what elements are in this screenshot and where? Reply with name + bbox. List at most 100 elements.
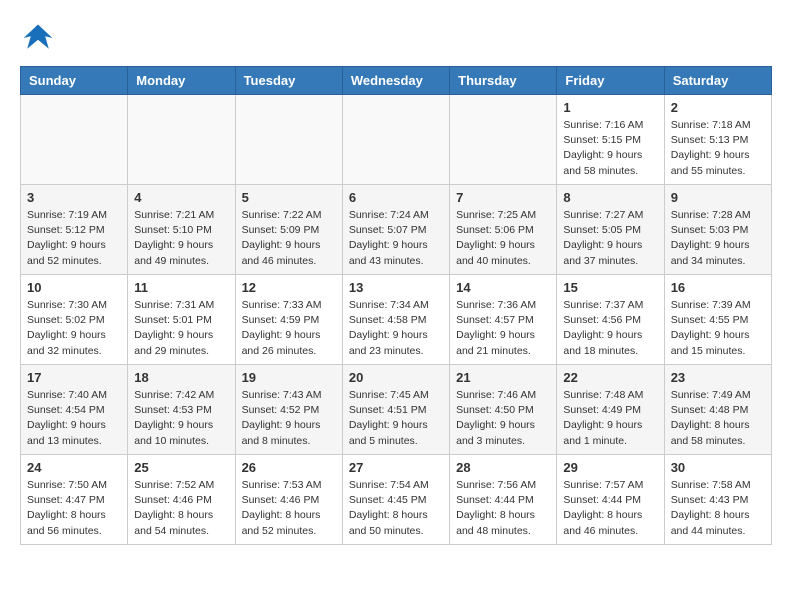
day-number: 24 [27, 460, 121, 475]
calendar-cell: 8Sunrise: 7:27 AM Sunset: 5:05 PM Daylig… [557, 185, 664, 275]
day-info: Sunrise: 7:21 AM Sunset: 5:10 PM Dayligh… [134, 208, 228, 269]
calendar-cell: 21 Sunrise: 7:46 AM Sunset: 4:50 PM Dayli… [450, 365, 557, 455]
calendar-cell: 20 Sunrise: 7:45 AM Sunset: 4:51 PM Dayli… [342, 365, 449, 455]
calendar-cell: 15 Sunrise: 7:37 AM Sunset: 4:56 PM Dayli… [557, 275, 664, 365]
day-number: 18 [134, 370, 228, 385]
calendar-cell: 17 Sunrise: 7:40 AM Sunset: 4:54 PM Dayli… [21, 365, 128, 455]
calendar-week-row: 17 Sunrise: 7:40 AM Sunset: 4:54 PM Dayli… [21, 365, 772, 455]
calendar-cell: 25Sunrise: 7:52 AM Sunset: 4:46 PM Dayli… [128, 455, 235, 545]
day-number: 4 [134, 190, 228, 205]
calendar-cell: 24 Sunrise: 7:50 AM Sunset: 4:47 PM Dayli… [21, 455, 128, 545]
day-number: 26 [242, 460, 336, 475]
calendar-table: SundayMondayTuesdayWednesdayThursdayFrid… [20, 66, 772, 545]
day-info: Sunrise: 7:24 AM Sunset: 5:07 PM Dayligh… [349, 208, 443, 269]
calendar-cell: 28 Sunrise: 7:56 AM Sunset: 4:44 PM Dayli… [450, 455, 557, 545]
calendar-cell: 2Sunrise: 7:18 AM Sunset: 5:13 PM Daylig… [664, 95, 771, 185]
calendar-cell: 12 Sunrise: 7:33 AM Sunset: 4:59 PM Dayli… [235, 275, 342, 365]
day-info: Sunrise: 7:48 AM Sunset: 4:49 PM Dayligh… [563, 388, 657, 449]
weekday-header: Wednesday [342, 67, 449, 95]
day-info: Sunrise: 7:49 AM Sunset: 4:48 PM Dayligh… [671, 388, 765, 449]
day-info: Sunrise: 7:46 AM Sunset: 4:50 PM Dayligh… [456, 388, 550, 449]
day-number: 30 [671, 460, 765, 475]
calendar-cell: 9 Sunrise: 7:28 AM Sunset: 5:03 PM Daylig… [664, 185, 771, 275]
day-info: Sunrise: 7:37 AM Sunset: 4:56 PM Dayligh… [563, 298, 657, 359]
day-info: Sunrise: 7:28 AM Sunset: 5:03 PM Dayligh… [671, 208, 765, 269]
calendar-cell: 18 Sunrise: 7:42 AM Sunset: 4:53 PM Dayli… [128, 365, 235, 455]
calendar-week-row: 10 Sunrise: 7:30 AM Sunset: 5:02 PM Dayli… [21, 275, 772, 365]
day-number: 28 [456, 460, 550, 475]
calendar-cell: 29 Sunrise: 7:57 AM Sunset: 4:44 PM Dayli… [557, 455, 664, 545]
day-info: Sunrise: 7:39 AM Sunset: 4:55 PM Dayligh… [671, 298, 765, 359]
calendar-cell: 6 Sunrise: 7:24 AM Sunset: 5:07 PM Daylig… [342, 185, 449, 275]
day-number: 12 [242, 280, 336, 295]
calendar-cell: 22 Sunrise: 7:48 AM Sunset: 4:49 PM Dayli… [557, 365, 664, 455]
calendar-cell [128, 95, 235, 185]
day-info: Sunrise: 7:56 AM Sunset: 4:44 PM Dayligh… [456, 478, 550, 539]
day-number: 23 [671, 370, 765, 385]
day-info: Sunrise: 7:42 AM Sunset: 4:53 PM Dayligh… [134, 388, 228, 449]
day-number: 22 [563, 370, 657, 385]
day-number: 14 [456, 280, 550, 295]
day-number: 29 [563, 460, 657, 475]
logo [20, 20, 60, 56]
calendar-cell: 1 Sunrise: 7:16 AM Sunset: 5:15 PM Daylig… [557, 95, 664, 185]
day-number: 21 [456, 370, 550, 385]
weekday-header: Sunday [21, 67, 128, 95]
day-number: 10 [27, 280, 121, 295]
weekday-header: Monday [128, 67, 235, 95]
calendar-cell: 5Sunrise: 7:22 AM Sunset: 5:09 PM Daylig… [235, 185, 342, 275]
calendar-cell [450, 95, 557, 185]
calendar-cell: 27 Sunrise: 7:54 AM Sunset: 4:45 PM Dayli… [342, 455, 449, 545]
calendar-cell: 30 Sunrise: 7:58 AM Sunset: 4:43 PM Dayli… [664, 455, 771, 545]
day-info: Sunrise: 7:45 AM Sunset: 4:51 PM Dayligh… [349, 388, 443, 449]
day-number: 15 [563, 280, 657, 295]
day-info: Sunrise: 7:34 AM Sunset: 4:58 PM Dayligh… [349, 298, 443, 359]
day-info: Sunrise: 7:33 AM Sunset: 4:59 PM Dayligh… [242, 298, 336, 359]
calendar-header: SundayMondayTuesdayWednesdayThursdayFrid… [21, 67, 772, 95]
calendar-cell [21, 95, 128, 185]
calendar-week-row: 1 Sunrise: 7:16 AM Sunset: 5:15 PM Daylig… [21, 95, 772, 185]
calendar-cell [235, 95, 342, 185]
weekday-header: Friday [557, 67, 664, 95]
day-number: 7 [456, 190, 550, 205]
day-info: Sunrise: 7:36 AM Sunset: 4:57 PM Dayligh… [456, 298, 550, 359]
day-info: Sunrise: 7:58 AM Sunset: 4:43 PM Dayligh… [671, 478, 765, 539]
calendar-body: 1 Sunrise: 7:16 AM Sunset: 5:15 PM Daylig… [21, 95, 772, 545]
weekday-header: Saturday [664, 67, 771, 95]
day-number: 17 [27, 370, 121, 385]
day-info: Sunrise: 7:52 AM Sunset: 4:46 PM Dayligh… [134, 478, 228, 539]
day-info: Sunrise: 7:31 AM Sunset: 5:01 PM Dayligh… [134, 298, 228, 359]
calendar-cell: 4 Sunrise: 7:21 AM Sunset: 5:10 PM Daylig… [128, 185, 235, 275]
weekday-header: Tuesday [235, 67, 342, 95]
day-number: 16 [671, 280, 765, 295]
calendar-cell [342, 95, 449, 185]
day-number: 1 [563, 100, 657, 115]
day-number: 5 [242, 190, 336, 205]
day-number: 20 [349, 370, 443, 385]
day-number: 9 [671, 190, 765, 205]
calendar-cell: 23 Sunrise: 7:49 AM Sunset: 4:48 PM Dayli… [664, 365, 771, 455]
day-info: Sunrise: 7:54 AM Sunset: 4:45 PM Dayligh… [349, 478, 443, 539]
day-info: Sunrise: 7:25 AM Sunset: 5:06 PM Dayligh… [456, 208, 550, 269]
day-info: Sunrise: 7:40 AM Sunset: 4:54 PM Dayligh… [27, 388, 121, 449]
day-info: Sunrise: 7:53 AM Sunset: 4:46 PM Dayligh… [242, 478, 336, 539]
day-info: Sunrise: 7:30 AM Sunset: 5:02 PM Dayligh… [27, 298, 121, 359]
calendar-cell: 26 Sunrise: 7:53 AM Sunset: 4:46 PM Dayli… [235, 455, 342, 545]
day-number: 19 [242, 370, 336, 385]
day-number: 27 [349, 460, 443, 475]
day-info: Sunrise: 7:16 AM Sunset: 5:15 PM Dayligh… [563, 118, 657, 179]
day-info: Sunrise: 7:19 AM Sunset: 5:12 PM Dayligh… [27, 208, 121, 269]
day-number: 8 [563, 190, 657, 205]
day-info: Sunrise: 7:18 AM Sunset: 5:13 PM Dayligh… [671, 118, 765, 179]
weekday-row: SundayMondayTuesdayWednesdayThursdayFrid… [21, 67, 772, 95]
calendar-cell: 11Sunrise: 7:31 AM Sunset: 5:01 PM Dayli… [128, 275, 235, 365]
day-info: Sunrise: 7:57 AM Sunset: 4:44 PM Dayligh… [563, 478, 657, 539]
weekday-header: Thursday [450, 67, 557, 95]
calendar-cell: 16 Sunrise: 7:39 AM Sunset: 4:55 PM Dayli… [664, 275, 771, 365]
calendar-week-row: 3 Sunrise: 7:19 AM Sunset: 5:12 PM Daylig… [21, 185, 772, 275]
day-info: Sunrise: 7:43 AM Sunset: 4:52 PM Dayligh… [242, 388, 336, 449]
day-number: 6 [349, 190, 443, 205]
logo-icon [20, 20, 56, 56]
day-number: 3 [27, 190, 121, 205]
day-info: Sunrise: 7:50 AM Sunset: 4:47 PM Dayligh… [27, 478, 121, 539]
